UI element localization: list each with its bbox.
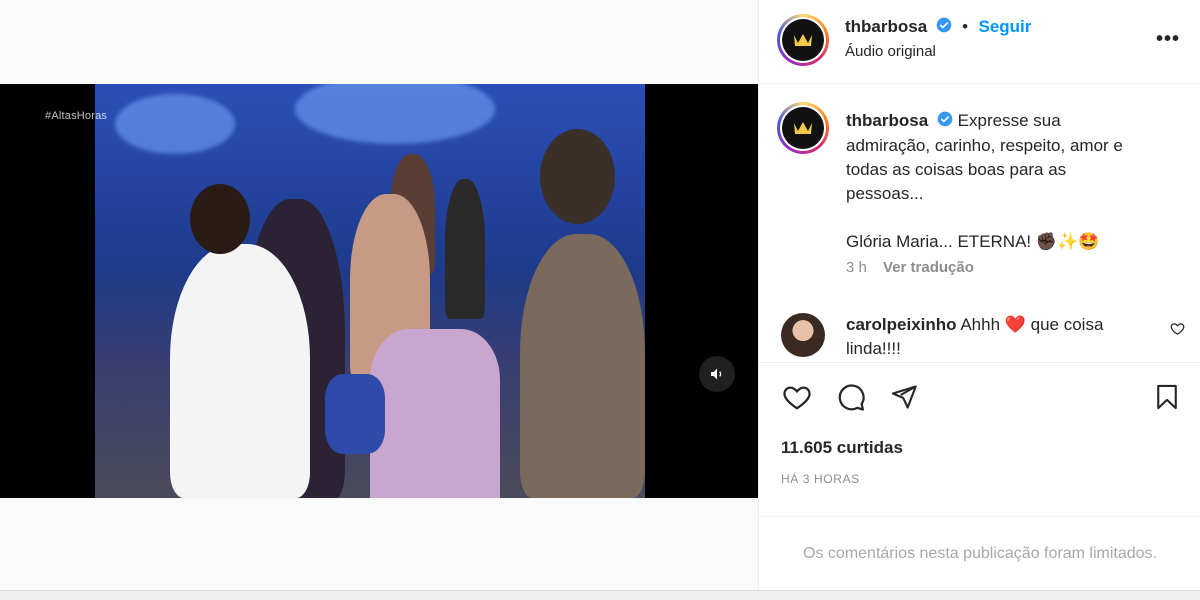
post-header: thbarbosa • Seguir Áudio original ••• [759, 0, 1200, 84]
speaker-icon [711, 368, 722, 380]
author-avatar[interactable] [777, 14, 829, 66]
blue-chair [325, 374, 385, 454]
commenter-avatar[interactable] [781, 313, 825, 357]
comment-body: Ahhh ❤️ que coisa [960, 315, 1104, 334]
likes-count[interactable]: 11.605 curtidas [781, 438, 903, 458]
background-person [445, 179, 485, 319]
post-sidebar: thbarbosa • Seguir Áudio original ••• th… [758, 0, 1200, 590]
comment-icon [838, 384, 865, 411]
caption-tribute: Glória Maria... ETERNA! ✊🏿✨🤩 [846, 231, 1100, 251]
sound-toggle-button[interactable] [699, 356, 735, 392]
white-outfit-person [170, 244, 310, 498]
more-options-button[interactable]: ••• [1156, 28, 1180, 51]
caption-line: Expresse sua [957, 111, 1061, 130]
bottom-divider [0, 590, 1200, 600]
bookmark-icon [1157, 384, 1177, 410]
paper-plane-icon [891, 385, 917, 409]
author-username[interactable]: thbarbosa [845, 17, 927, 36]
like-button[interactable] [780, 380, 814, 414]
audio-label[interactable]: Áudio original [845, 43, 936, 60]
stage-light [115, 94, 235, 154]
crown-logo-icon [794, 122, 812, 134]
comments-limited-notice: Os comentários nesta publicação foram li… [759, 516, 1200, 590]
caption-text: thbarbosa Expresse sua admiração, carinh… [846, 109, 1176, 254]
comment-body-continued: linda!!!! [846, 339, 901, 358]
save-button[interactable] [1150, 380, 1184, 414]
caption-block: thbarbosa Expresse sua admiração, carinh… [759, 85, 1200, 363]
man-in-shirt [520, 234, 645, 498]
caption-author-avatar[interactable] [777, 102, 829, 154]
verified-badge-icon [937, 110, 953, 134]
crown-logo-icon [794, 34, 812, 46]
head [190, 184, 250, 254]
pink-skirt [370, 329, 500, 498]
caption-time[interactable]: 3 h [846, 259, 867, 276]
separator-dot: • [962, 17, 969, 36]
heart-icon [1170, 323, 1185, 335]
header-line: thbarbosa • Seguir [845, 17, 1031, 38]
follow-button[interactable]: Seguir [979, 17, 1032, 36]
comment-button[interactable] [834, 380, 868, 414]
caption-meta: 3 h Ver tradução [846, 259, 974, 276]
media-pane: #AltasHoras [0, 0, 758, 590]
comment-text: carolpeixinho Ahhh ❤️ que coisa linda!!!… [846, 313, 1146, 361]
heart-icon [783, 386, 811, 410]
translate-button[interactable]: Ver tradução [883, 259, 974, 276]
caption-line: pessoas... [846, 183, 924, 203]
head [540, 129, 615, 224]
post-timestamp: HÁ 3 HORAS [781, 472, 860, 486]
stage-light [295, 84, 495, 144]
share-button[interactable] [887, 380, 921, 414]
verified-badge-icon [936, 17, 952, 38]
comment-like-button[interactable] [1170, 321, 1185, 341]
caption-username[interactable]: thbarbosa [846, 111, 928, 130]
commenter-username[interactable]: carolpeixinho [846, 315, 957, 334]
action-bar [759, 380, 1200, 420]
video-player[interactable]: #AltasHoras [0, 84, 758, 498]
video-watermark: #AltasHoras [45, 110, 108, 122]
video-frame [95, 84, 645, 498]
caption-line: todas as coisas boas para as [846, 159, 1067, 179]
caption-line: admiração, carinho, respeito, amor e [846, 135, 1123, 155]
